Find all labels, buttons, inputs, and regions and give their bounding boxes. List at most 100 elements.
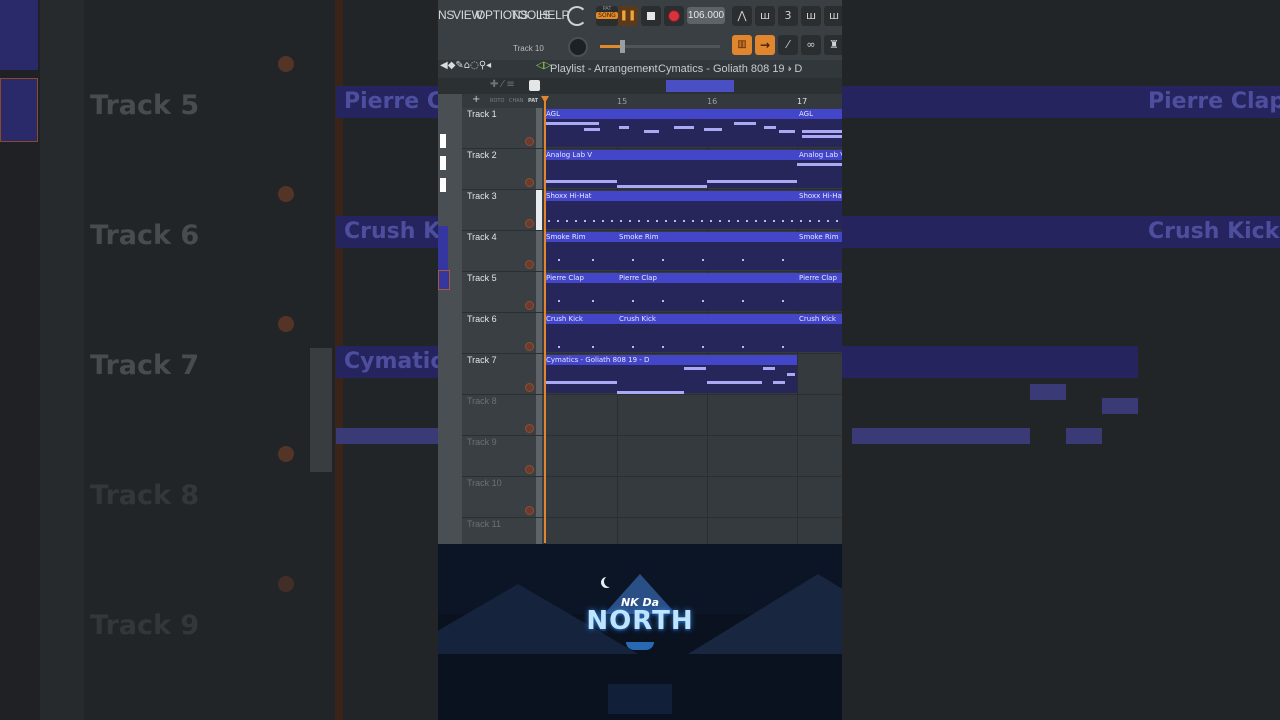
snap-icons[interactable]: ✚ ⁄ ≡ xyxy=(490,79,515,90)
countdown-icon[interactable]: 3 xyxy=(778,6,798,26)
pattern-clip[interactable]: Pierre Clap xyxy=(544,273,617,311)
track-record-dot[interactable] xyxy=(525,219,534,228)
tool-icons[interactable]: ◀◆✎⌂◌⚲◂ xyxy=(440,60,491,71)
track-mute-strip[interactable] xyxy=(536,477,542,517)
note-bar xyxy=(704,128,722,131)
menu-patterns[interactable]: NS xyxy=(438,8,454,22)
menu-help[interactable]: HELP xyxy=(539,8,569,22)
pattern-clip[interactable]: Pierre Clap xyxy=(797,273,842,311)
track-record-dot[interactable] xyxy=(525,383,534,392)
track-header[interactable]: Track 8 xyxy=(462,395,544,436)
pattern-clip[interactable]: Smoke Rim xyxy=(797,232,842,270)
track-record-dot[interactable] xyxy=(525,424,534,433)
track-name: Track 11 xyxy=(467,519,502,529)
track-lane[interactable]: AGL AGL xyxy=(544,108,842,149)
pattern-clip[interactable]: Shoxx Hi-Hat xyxy=(797,191,842,229)
track-row: Track 8 xyxy=(462,395,842,436)
track-mute-strip[interactable] xyxy=(536,108,542,148)
track-lane[interactable]: Cymatics - Goliath 808 19 - D xyxy=(544,354,842,395)
track-header[interactable]: Track 2 xyxy=(462,149,544,190)
master-pitch-slider[interactable] xyxy=(600,40,720,53)
track-header[interactable]: Track 6 xyxy=(462,313,544,354)
track-mute-strip[interactable] xyxy=(536,313,542,353)
pattern-clip[interactable]: Pierre Clap xyxy=(617,273,797,311)
track-header[interactable]: Track 7 xyxy=(462,354,544,395)
hihat-note xyxy=(809,220,811,222)
hat-icon[interactable]: ♜ xyxy=(824,35,842,55)
stop-button[interactable] xyxy=(641,6,661,26)
track-mute-strip[interactable] xyxy=(536,395,542,435)
track-header[interactable]: Track 4 xyxy=(462,231,544,272)
grid-line xyxy=(617,395,618,435)
note-bar xyxy=(674,126,694,129)
pattern-clip[interactable]: Cymatics - Goliath 808 19 - D xyxy=(544,355,797,393)
drum-note xyxy=(558,300,560,302)
playhead[interactable] xyxy=(541,96,549,543)
track-record-dot[interactable] xyxy=(525,137,534,146)
track-lane[interactable] xyxy=(544,436,842,477)
master-volume-knob[interactable] xyxy=(568,37,588,57)
time-selection[interactable] xyxy=(666,80,734,92)
track-mute-strip[interactable] xyxy=(536,149,542,189)
track-lane[interactable] xyxy=(544,477,842,518)
hihat-note xyxy=(683,220,685,222)
track-header[interactable]: Track 5 xyxy=(462,272,544,313)
tempo-display[interactable]: 106.000 xyxy=(687,7,725,24)
pause-button[interactable]: ❚❚ xyxy=(618,6,638,26)
step-edit-icon[interactable]: ш xyxy=(801,6,821,26)
track-mute-strip[interactable] xyxy=(536,190,542,230)
track-record-dot[interactable] xyxy=(525,465,534,474)
track-mute-strip[interactable] xyxy=(536,354,542,394)
track-record-dot[interactable] xyxy=(525,342,534,351)
current-pattern[interactable]: Cymatics - Goliath 808 19 - D xyxy=(658,60,802,78)
add-track-icon[interactable]: + xyxy=(472,94,480,105)
track-record-dot[interactable] xyxy=(525,260,534,269)
track-header[interactable]: Track 3 xyxy=(462,190,544,231)
slider-handle[interactable] xyxy=(620,40,625,53)
playlist-arrow-icon[interactable]: → xyxy=(755,35,775,55)
pattern-clip[interactable]: Shoxx Hi-Hat xyxy=(544,191,797,229)
track-record-dot[interactable] xyxy=(525,506,534,515)
blend-notes-icon[interactable]: ш xyxy=(824,6,842,26)
piano-roll-icon[interactable]: ▥ xyxy=(732,35,752,55)
track-lane[interactable]: Pierre Clap Pierre Clap Pierre Clap xyxy=(544,272,842,313)
track-mute-strip[interactable] xyxy=(536,272,542,312)
brand-banner: NK Da NORTH xyxy=(438,544,842,720)
pattern-clip[interactable]: Smoke Rim xyxy=(617,232,797,270)
track-lane[interactable]: Analog Lab V Analog Lab V xyxy=(544,149,842,190)
track-header[interactable]: Track 1 xyxy=(462,108,544,149)
metronome-icon[interactable]: ⋀ xyxy=(732,6,752,26)
track-lane[interactable]: Shoxx Hi-Hat Shoxx Hi-Hat xyxy=(544,190,842,231)
hihat-note xyxy=(800,220,802,222)
pattern-clip[interactable]: AGL xyxy=(797,109,842,147)
link-icon[interactable]: ∞ xyxy=(801,35,821,55)
pattern-clip[interactable]: AGL xyxy=(544,109,797,147)
track-lane[interactable]: Smoke Rim Smoke Rim Smoke Rim xyxy=(544,231,842,272)
note-bar xyxy=(707,180,797,183)
pattern-clip[interactable]: Crush Kick xyxy=(544,314,617,352)
track-header[interactable]: Track 9 xyxy=(462,436,544,477)
pattern-clip[interactable]: Smoke Rim xyxy=(544,232,617,270)
wait-input-icon[interactable]: ш xyxy=(755,6,775,26)
timeline-ruler[interactable]: 15 16 17 xyxy=(544,94,842,108)
pattern-picker-icon[interactable] xyxy=(529,80,540,91)
clip-label: Smoke Rim xyxy=(797,232,842,242)
bg-clip: Cymatics xyxy=(336,346,438,378)
pattern-clip[interactable]: Analog Lab V xyxy=(797,150,842,188)
pat-song-switch[interactable]: PAT SONG xyxy=(596,6,618,26)
bg-clip-right xyxy=(842,346,1138,378)
pattern-clip[interactable]: Crush Kick xyxy=(797,314,842,352)
note-bar xyxy=(619,126,629,129)
track-lane[interactable] xyxy=(544,395,842,436)
grid-line xyxy=(797,436,798,476)
track-record-dot[interactable] xyxy=(525,178,534,187)
track-header[interactable]: Track 10 xyxy=(462,477,544,518)
track-lane[interactable]: Crush Kick Crush Kick Crush Kick xyxy=(544,313,842,354)
note-bar xyxy=(797,163,842,166)
track-mute-strip[interactable] xyxy=(536,436,542,476)
track-mute-strip[interactable] xyxy=(536,231,542,271)
pattern-clip[interactable]: Crush Kick xyxy=(617,314,797,352)
brush-icon[interactable]: ⁄ xyxy=(778,35,798,55)
track-record-dot[interactable] xyxy=(525,301,534,310)
record-button[interactable] xyxy=(664,6,684,26)
